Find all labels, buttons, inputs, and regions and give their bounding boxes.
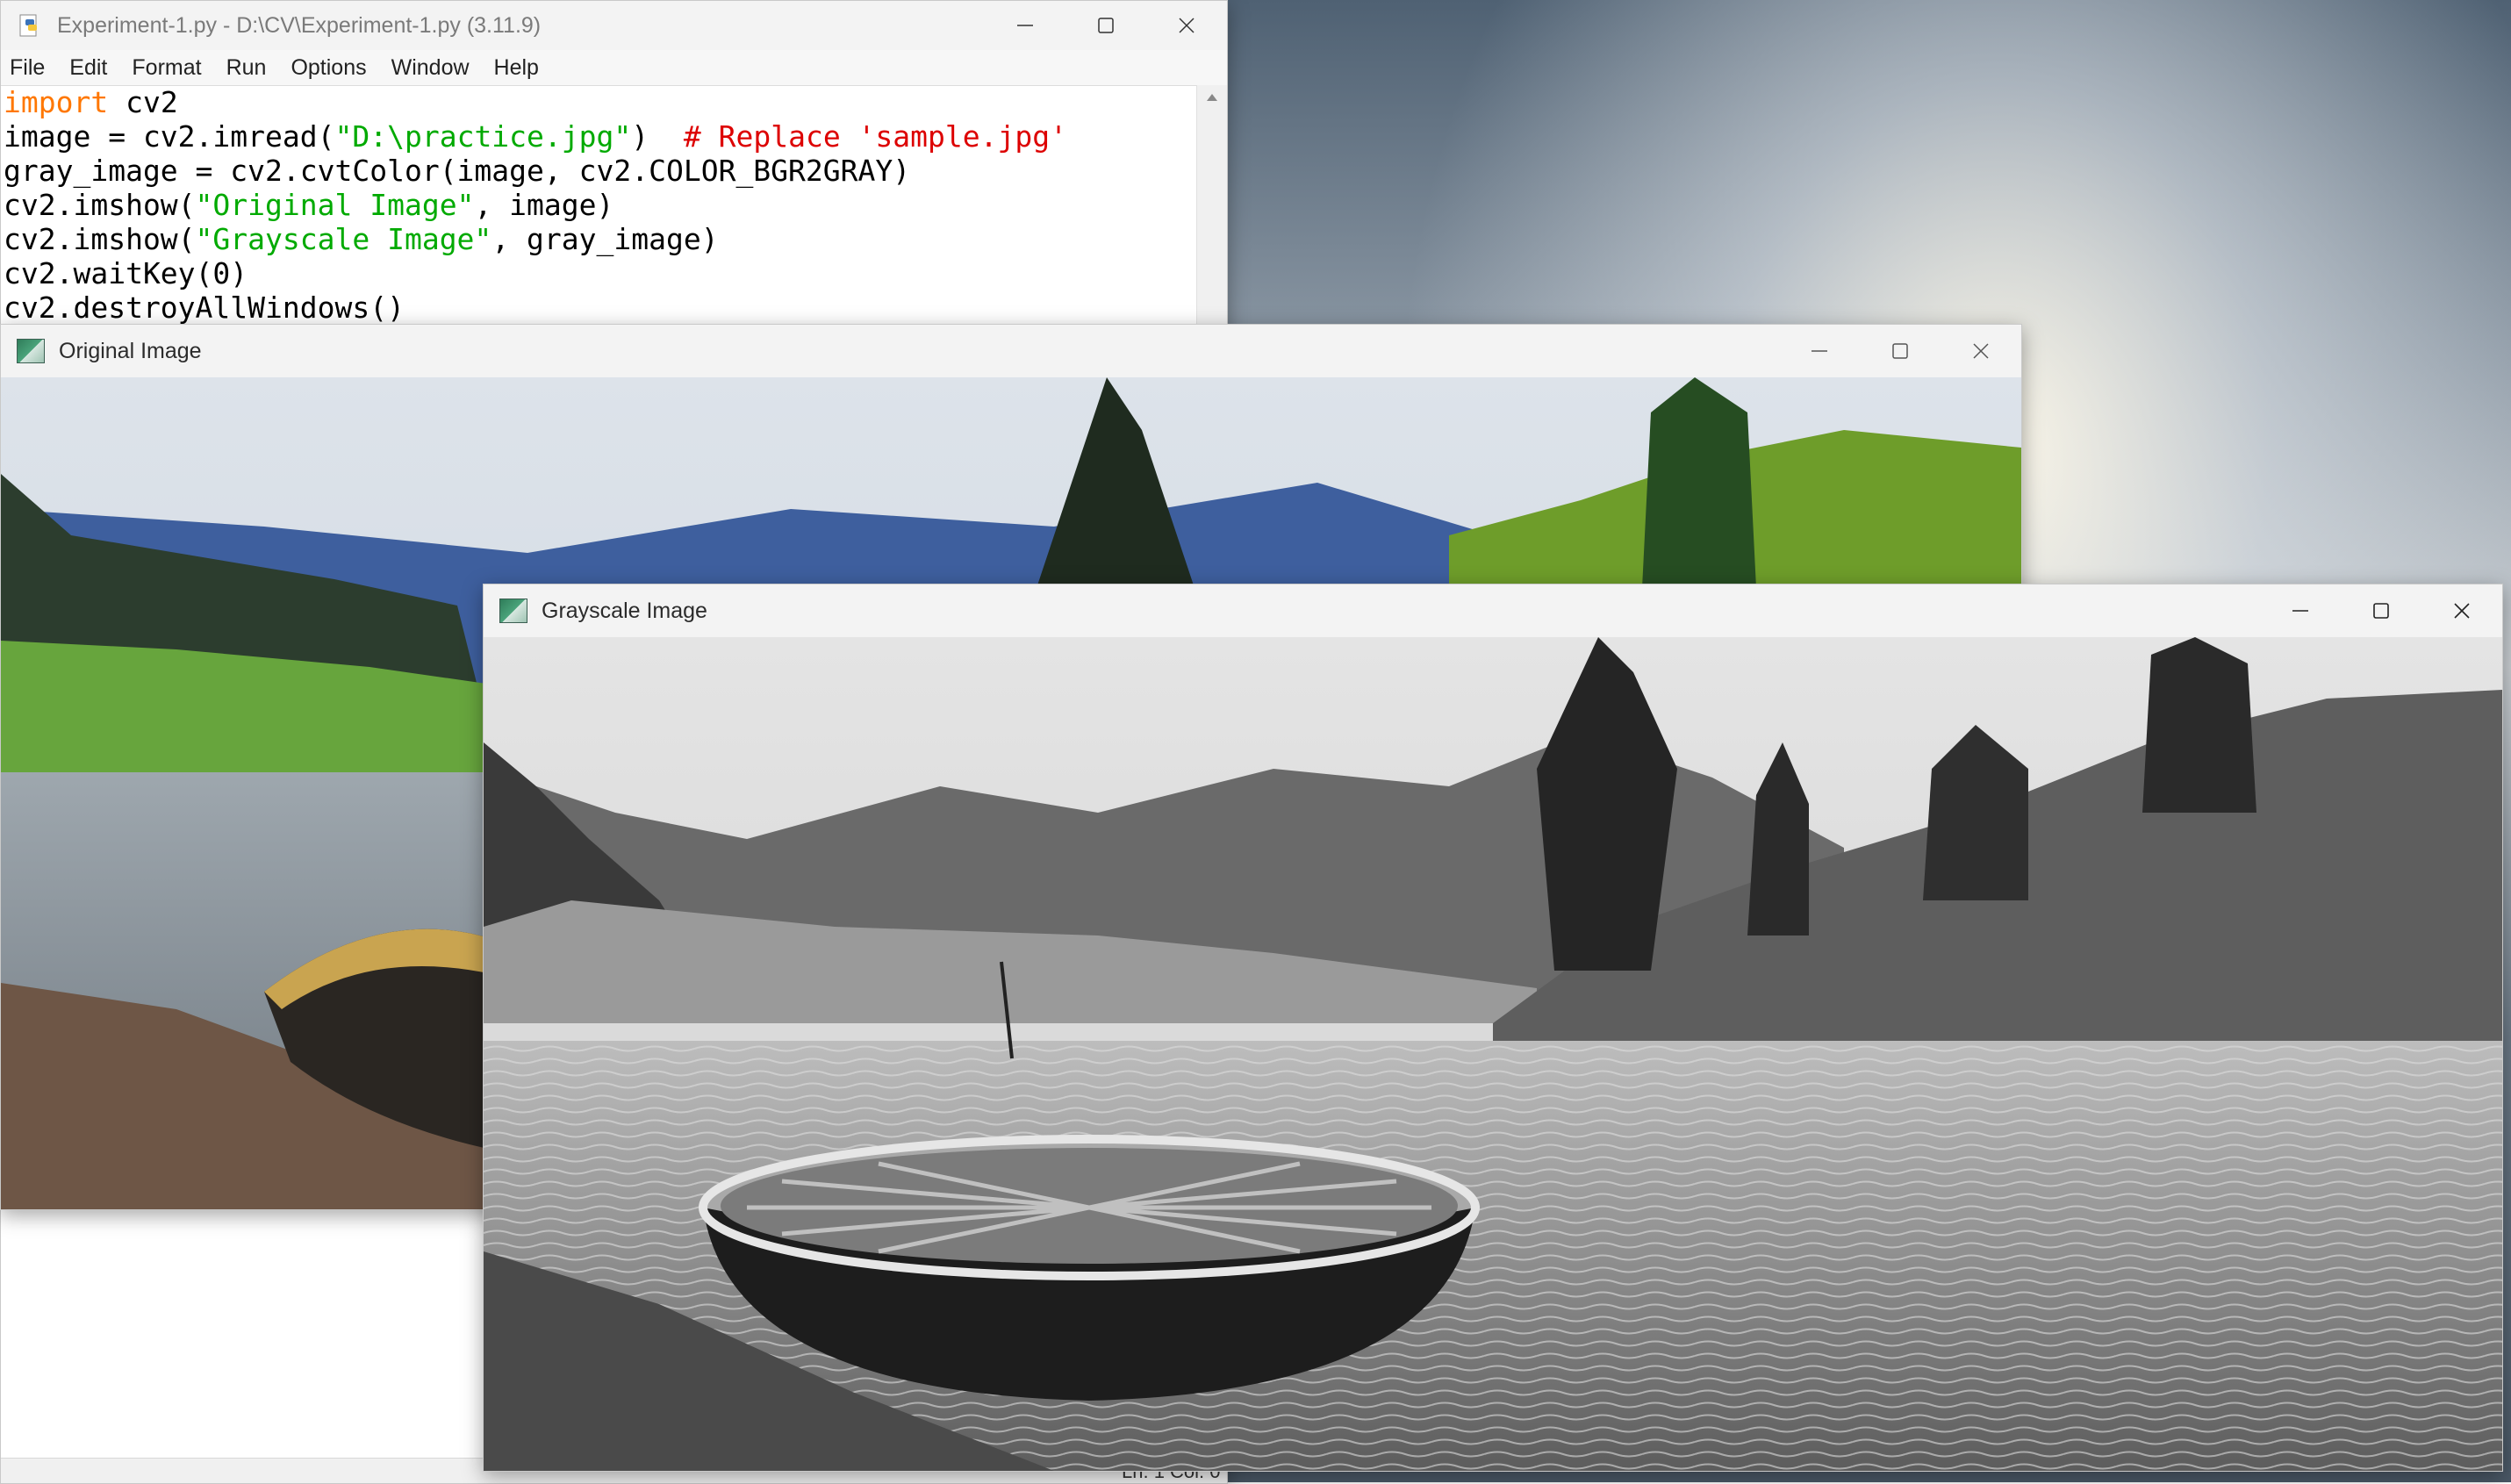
grayscale-image-window[interactable]: Grayscale Image [483,584,2503,1472]
editor-title: Experiment-1.py - D:\CV\Experiment-1.py … [57,12,542,38]
original-titlebar[interactable]: Original Image [1,325,2021,377]
code-token: image = cv2.imread( [4,119,335,154]
code-token: cv2.destroyAllWindows() [4,290,405,325]
minimize-icon [1017,25,1033,26]
code-token: gray_image = cv2.cvtColor(image, cv2.COL… [4,154,911,188]
menu-bar: File Edit Format Run Options Window Help [1,50,1227,86]
code-line[interactable]: cv2.destroyAllWindows() [1,290,1197,325]
menu-format[interactable]: Format [123,55,217,81]
code-token: cv2 [108,85,178,119]
opencv-window-icon [499,599,527,623]
code-token: cv2.imshow( [4,188,196,222]
menu-options[interactable]: Options [282,55,382,81]
code-token: , gray_image) [491,222,719,256]
minimize-button[interactable] [1779,325,1860,377]
menu-help[interactable]: Help [485,55,555,81]
close-icon [1973,343,1989,359]
menu-window[interactable]: Window [383,55,485,81]
scroll-up-icon[interactable] [1207,94,1217,101]
minimize-button[interactable] [985,1,1065,50]
original-window-title: Original Image [59,338,202,363]
code-editor[interactable]: import cv2 image = cv2.imread("D:\practic… [1,85,1197,325]
close-icon [2454,603,2470,619]
code-token: cv2.imshow( [4,222,196,256]
code-token: "D:\practice.jpg" [334,119,632,154]
maximize-button[interactable] [2341,584,2421,637]
code-token: import [4,85,109,119]
code-line[interactable]: cv2.imshow("Original Image", image) [1,188,1197,222]
python-file-icon [17,14,43,37]
maximize-icon [1098,18,1114,33]
code-line[interactable]: import cv2 [1,85,1197,119]
menu-file[interactable]: File [1,55,61,81]
code-line[interactable]: cv2.waitKey(0) [1,256,1197,290]
editor-titlebar[interactable]: Experiment-1.py - D:\CV\Experiment-1.py … [1,1,1227,50]
code-line[interactable]: gray_image = cv2.cvtColor(image, cv2.COL… [1,154,1197,188]
close-button[interactable] [2421,584,2502,637]
code-token: "Grayscale Image" [195,222,492,256]
menu-edit[interactable]: Edit [61,55,123,81]
close-button[interactable] [1941,325,2021,377]
code-token: ) [631,119,684,154]
maximize-button[interactable] [1860,325,1941,377]
maximize-button[interactable] [1065,1,1146,50]
code-line[interactable]: image = cv2.imread("D:\practice.jpg") # … [1,119,1197,154]
grayscale-landscape-picture [484,637,2502,1471]
minimize-icon [2292,610,2308,612]
minimize-button[interactable] [2260,584,2341,637]
close-icon [1179,18,1195,33]
opencv-window-icon [17,339,45,363]
grayscale-image [484,637,2502,1471]
close-button[interactable] [1146,1,1227,50]
code-token: cv2.waitKey(0) [4,256,248,290]
code-line[interactable]: cv2.imshow("Grayscale Image", gray_image… [1,222,1197,256]
code-token: "Original Image" [195,188,475,222]
grayscale-window-title: Grayscale Image [542,598,707,623]
grayscale-titlebar[interactable]: Grayscale Image [484,584,2502,637]
minimize-icon [1812,350,1827,352]
menu-run[interactable]: Run [218,55,283,81]
code-token: # Replace 'sample.jpg' [683,119,1067,154]
maximize-icon [2373,603,2389,619]
code-token: , image) [474,188,614,222]
maximize-icon [1892,343,1908,359]
